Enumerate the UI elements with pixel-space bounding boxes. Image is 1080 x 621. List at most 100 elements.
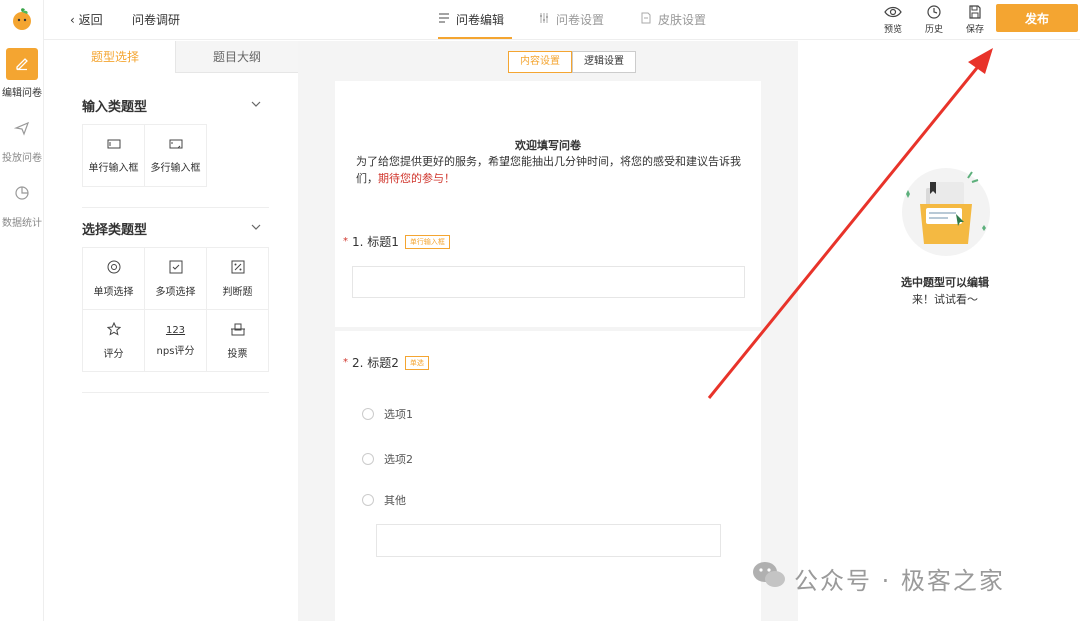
- type-label: 评分: [103, 348, 124, 360]
- preview-button[interactable]: 预览: [880, 4, 906, 35]
- type-label: 多项选择: [155, 286, 196, 298]
- publish-button[interactable]: 发布: [996, 4, 1078, 32]
- document-icon: [640, 12, 652, 27]
- rail-item-stats[interactable]: 数据统计: [0, 178, 44, 229]
- question-1-title[interactable]: * 1. 标题1 单行输入框: [343, 233, 450, 250]
- rail-label: 数据统计: [2, 218, 42, 229]
- pie-chart-icon: [14, 185, 30, 204]
- radio-button[interactable]: [362, 494, 374, 506]
- type-single-choice[interactable]: 单项选择: [83, 248, 145, 310]
- back-button[interactable]: ‹ 返回: [70, 11, 103, 28]
- eye-icon: [880, 4, 906, 20]
- choice-type-grid: 单项选择 多项选择 判断题 评分 123 nps评分 投票: [82, 247, 269, 372]
- tab-survey-edit[interactable]: 问卷编辑: [438, 11, 504, 28]
- tab-label: 问卷设置: [556, 13, 605, 27]
- nps-icon: 123: [165, 324, 186, 336]
- wechat-icon: [752, 560, 786, 596]
- survey-title: 问卷调研: [132, 13, 181, 27]
- survey-card: * 2. 标题2 单选 选项1 选项2 其他: [335, 331, 761, 614]
- rail-label: 投放问卷: [2, 153, 42, 164]
- group-divider: [82, 207, 269, 208]
- pencil-icon: [14, 55, 30, 74]
- other-option-input[interactable]: [376, 524, 721, 557]
- type-nps-rating[interactable]: 123 nps评分: [145, 310, 207, 372]
- option-item[interactable]: 其他: [362, 492, 406, 508]
- hint-subtitle: 来！试试看～: [912, 293, 978, 306]
- checkbox-icon: [169, 260, 183, 277]
- survey-canvas: 内容设置 逻辑设置 欢迎填写问卷 为了给您提供更好的服务，希望您能抽出几分钟时间…: [298, 41, 798, 621]
- welcome-highlight: 期待您的参与！: [378, 172, 455, 185]
- radio-icon: [107, 260, 121, 277]
- question-type-tag: 单行输入框: [404, 234, 450, 249]
- chevron-left-icon: ‹: [70, 13, 79, 27]
- survey-card: 欢迎填写问卷 为了给您提供更好的服务，希望您能抽出几分钟时间，将您的感受和建议告…: [335, 81, 761, 327]
- question-number: 2. 标题2: [352, 356, 399, 370]
- paper-plane-icon: [13, 120, 30, 139]
- rail-item-edit[interactable]: 编辑问卷: [0, 48, 44, 99]
- type-vote[interactable]: 投票: [207, 310, 269, 372]
- survey-card: [335, 601, 761, 621]
- panel-tabs: 题型选择 题目大纲: [55, 41, 298, 73]
- back-label: 返回: [78, 13, 103, 27]
- tab-label: 皮肤设置: [658, 13, 707, 27]
- type-label: 单项选择: [93, 286, 134, 298]
- tab-logic-settings[interactable]: 逻辑设置: [572, 51, 636, 73]
- judge-icon: [231, 260, 245, 277]
- single-line-input-icon: [107, 138, 121, 153]
- hint-title: 选中题型可以编辑: [901, 276, 989, 289]
- canvas-subtabs: 内容设置 逻辑设置: [508, 51, 636, 73]
- type-label: 单行输入框: [88, 162, 139, 174]
- history-button[interactable]: 历史: [921, 4, 947, 35]
- type-label: 判断题: [222, 286, 253, 298]
- tab-skin-settings[interactable]: 皮肤设置: [640, 11, 706, 28]
- radio-button[interactable]: [362, 453, 374, 465]
- chevron-down-icon[interactable]: [250, 98, 262, 110]
- save-button[interactable]: 保存: [962, 4, 988, 35]
- list-icon: [438, 12, 450, 27]
- empty-state-illustration: [898, 166, 994, 258]
- choice-group-title: 选择类题型: [82, 223, 148, 238]
- question-number: 1. 标题1: [352, 235, 399, 249]
- type-multi-line-input[interactable]: 多行输入框: [145, 125, 207, 187]
- type-label: nps评分: [156, 345, 195, 357]
- question-2-title[interactable]: * 2. 标题2 单选: [343, 354, 429, 371]
- tool-label: 预览: [883, 25, 902, 35]
- type-true-false[interactable]: 判断题: [207, 248, 269, 310]
- clock-icon: [921, 4, 947, 20]
- welcome-title: 欢迎填写问卷: [515, 139, 581, 152]
- option-label: 选项1: [384, 408, 413, 421]
- tool-label: 保存: [965, 25, 984, 35]
- type-multi-choice[interactable]: 多项选择: [145, 248, 207, 310]
- option-label: 其他: [384, 494, 406, 507]
- required-mark: *: [343, 236, 348, 247]
- type-rating[interactable]: 评分: [83, 310, 145, 372]
- question-1-input[interactable]: [352, 266, 745, 298]
- tab-content-settings[interactable]: 内容设置: [508, 51, 572, 73]
- active-tab-indicator: [438, 37, 512, 39]
- rail-item-distribute[interactable]: 投放问卷: [0, 113, 44, 164]
- welcome-description: 为了给您提供更好的服务，希望您能抽出几分钟时间，将您的感受和建议告诉我们，期待您…: [356, 153, 746, 187]
- vote-icon: [230, 322, 245, 339]
- top-bar: ‹ 返回 问卷调研 问卷编辑 问卷设置 皮肤设置 预览 历史 保存 发布: [44, 0, 1080, 40]
- option-label: 选项2: [384, 453, 413, 466]
- input-type-grid: 单行输入框 多行输入框: [82, 124, 207, 187]
- star-icon: [106, 321, 121, 339]
- app-logo: [9, 6, 35, 32]
- input-group-title: 输入类题型: [82, 100, 148, 115]
- option-item[interactable]: 选项1: [362, 406, 413, 422]
- required-mark: *: [343, 357, 348, 368]
- save-icon: [962, 4, 988, 20]
- question-type-panel: 题型选择 题目大纲 输入类题型 单行输入框 多行输入框 选择类题型 单项选择 多…: [55, 41, 298, 621]
- type-single-line-input[interactable]: 单行输入框: [83, 125, 145, 187]
- chevron-down-icon[interactable]: [250, 221, 262, 233]
- multi-line-input-icon: [169, 138, 183, 153]
- radio-button[interactable]: [362, 408, 374, 420]
- tab-question-outline[interactable]: 题目大纲: [175, 41, 298, 73]
- type-label: 多行输入框: [150, 162, 201, 174]
- watermark-text: 公众号 · 极客之家: [794, 566, 1005, 595]
- left-rail: 编辑问卷 投放问卷 数据统计: [0, 0, 44, 621]
- tab-survey-settings[interactable]: 问卷设置: [538, 11, 604, 28]
- tab-question-types[interactable]: 题型选择: [55, 41, 175, 73]
- type-label: 投票: [227, 348, 248, 360]
- option-item[interactable]: 选项2: [362, 451, 413, 467]
